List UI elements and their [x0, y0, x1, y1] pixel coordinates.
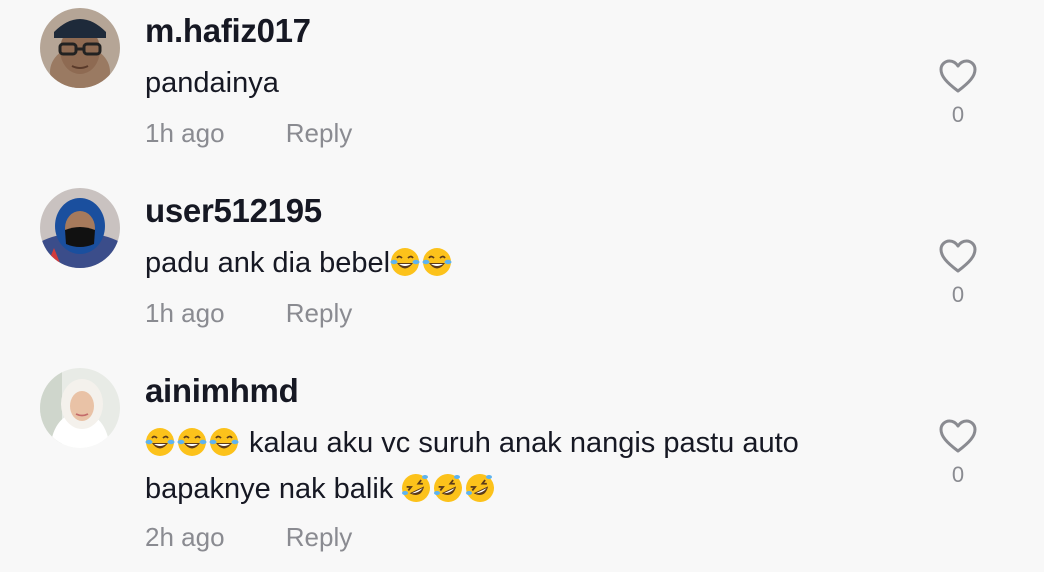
rolling-on-the-floor-laughing-icon [401, 473, 431, 503]
face-with-tears-of-joy-icon [390, 247, 420, 277]
face-with-tears-of-joy-icon [177, 427, 207, 457]
comment-meta: 1h ago Reply [145, 298, 352, 329]
comment-text: pandainya [145, 60, 905, 106]
avatar[interactable] [40, 8, 120, 88]
face-with-tears-of-joy-icon [422, 247, 452, 277]
like-control: 0 [938, 238, 978, 308]
heart-icon[interactable] [938, 418, 978, 454]
heart-icon[interactable] [938, 58, 978, 94]
reply-button[interactable]: Reply [286, 118, 352, 149]
comment-timestamp: 2h ago [145, 522, 225, 552]
rolling-on-the-floor-laughing-icon [465, 473, 495, 503]
avatar[interactable] [40, 368, 120, 448]
like-count: 0 [951, 282, 965, 307]
comment-username[interactable]: m.hafiz017 [145, 12, 311, 50]
like-count: 0 [951, 462, 965, 487]
comment-text-content: padu ank dia bebel [145, 247, 391, 279]
comment-text: padu ank dia bebel [145, 240, 905, 286]
like-control: 0 [938, 418, 978, 488]
comment-timestamp: 1h ago [145, 298, 225, 328]
like-control: 0 [938, 58, 978, 128]
comment-username[interactable]: user512195 [145, 192, 322, 230]
avatar[interactable] [40, 188, 120, 268]
reply-button[interactable]: Reply [286, 522, 352, 553]
comment-timestamp: 1h ago [145, 118, 225, 148]
face-with-tears-of-joy-icon [209, 427, 239, 457]
rolling-on-the-floor-laughing-icon [433, 473, 463, 503]
reply-button[interactable]: Reply [286, 298, 352, 329]
heart-icon[interactable] [938, 238, 978, 274]
like-count: 0 [951, 102, 965, 127]
face-with-tears-of-joy-icon [145, 427, 175, 457]
comment-meta: 1h ago Reply [145, 118, 352, 149]
comment-username[interactable]: ainimhmd [145, 372, 299, 410]
comment-text: kalau aku vc suruh anak nangis pastu aut… [145, 420, 905, 512]
comment-meta: 2h ago Reply [145, 522, 352, 553]
comment-text-content: pandainya [145, 67, 279, 99]
